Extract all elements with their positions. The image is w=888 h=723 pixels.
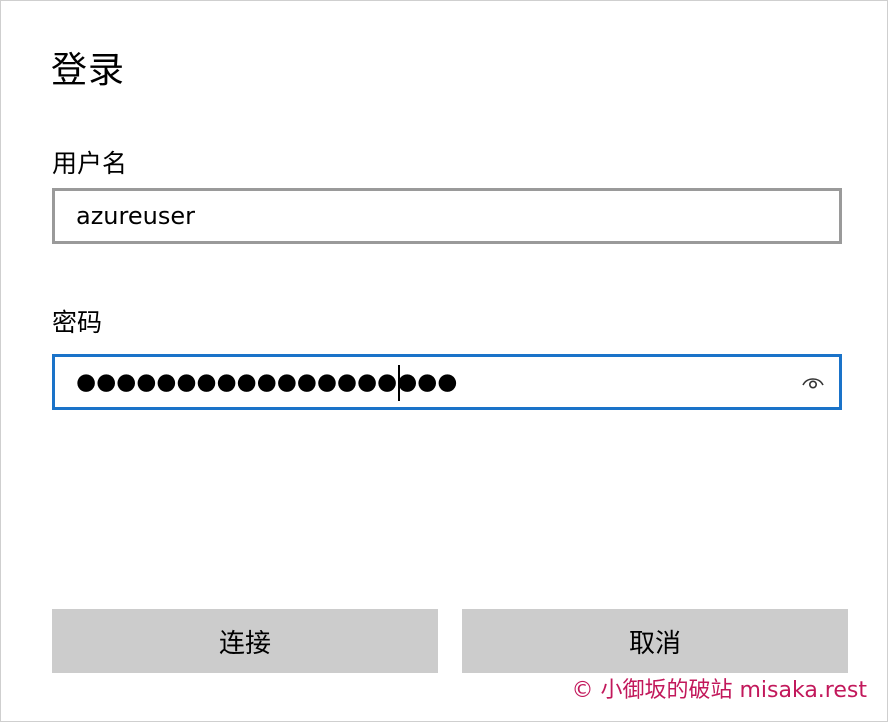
- username-field[interactable]: azureuser: [52, 188, 842, 244]
- eye-icon: [802, 378, 824, 389]
- password-label: 密码: [52, 308, 103, 337]
- reveal-password-button[interactable]: [799, 369, 827, 395]
- login-dialog: 登录 用户名 azureuser 密码 ●●●●●●●●●●●●●●●●●●● …: [0, 0, 888, 722]
- password-field[interactable]: ●●●●●●●●●●●●●●●●●●●: [52, 354, 842, 410]
- username-label: 用户名: [52, 149, 128, 178]
- watermark: © 小御坂的破站 misaka.rest: [571, 678, 868, 703]
- username-value: azureuser: [76, 202, 195, 230]
- cancel-button[interactable]: 取消: [462, 609, 848, 673]
- password-masked-value: ●●●●●●●●●●●●●●●●●●●: [76, 369, 458, 395]
- text-caret: [398, 365, 400, 401]
- connect-button[interactable]: 连接: [52, 609, 438, 673]
- dialog-title: 登录: [51, 50, 126, 91]
